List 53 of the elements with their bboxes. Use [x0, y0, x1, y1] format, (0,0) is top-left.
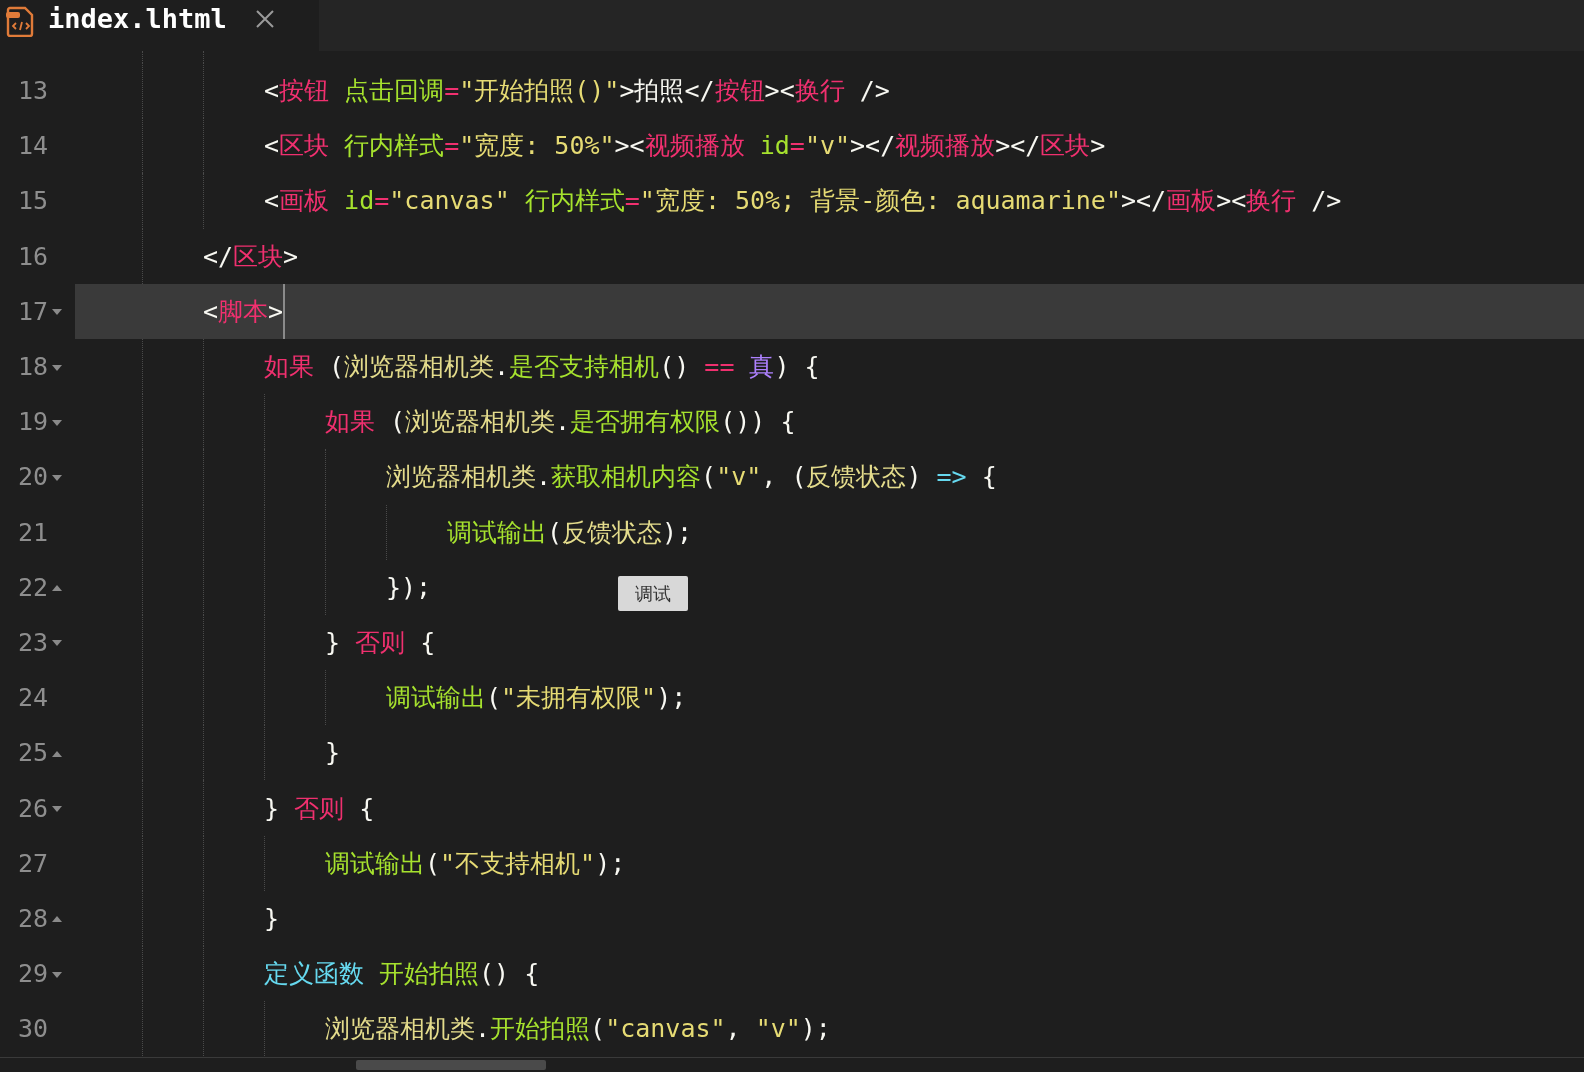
fold-arrow-icon[interactable] [52, 474, 63, 481]
code-file-icon [6, 4, 36, 37]
code-text: 浏览器相机类.获取相机内容("v", (反馈状态) => { [386, 461, 997, 494]
line-number: 28 [18, 903, 49, 933]
line-number: 20 [18, 462, 49, 492]
fold-arrow-icon[interactable] [52, 750, 63, 757]
line-number: 15 [18, 186, 49, 216]
code-text: 如果 (浏览器相机类.是否支持相机() == 真) { [264, 351, 820, 384]
fold-arrow-icon[interactable] [52, 916, 63, 923]
code-text: <画板 id="canvas" 行内样式="宽度: 50%; 背景-颜色: aquamarine"></画板><换行 /> [264, 185, 1342, 218]
code-text: <区块 行内样式="宽度: 50%"><视频播放 id="v"></视频播放></区块> [264, 130, 1106, 163]
code-text: <脚本> [203, 295, 284, 328]
code-text: } 否则 { [325, 626, 436, 659]
code-text: 如果 (浏览器相机类.是否拥有权限()) { [325, 406, 796, 439]
fold-arrow-icon[interactable] [52, 309, 63, 316]
code-text: 定义函数 开始拍照() { [264, 958, 540, 991]
line-number: 29 [18, 959, 49, 989]
line-number: 21 [18, 517, 49, 547]
line-number: 16 [18, 241, 49, 271]
fold-arrow-icon[interactable] [52, 585, 63, 592]
text-cursor [283, 283, 286, 339]
line-number: 24 [18, 683, 49, 713]
line-number: 26 [18, 793, 49, 823]
line-number: 19 [18, 407, 49, 437]
code-text: 调试输出(反馈状态); [447, 516, 693, 549]
line-number: 25 [18, 738, 49, 768]
fold-arrow-icon[interactable] [52, 806, 63, 813]
code-text: 调试输出("未拥有权限"); [386, 682, 687, 715]
scrollbar-thumb[interactable] [356, 1060, 546, 1070]
fold-arrow-icon[interactable] [52, 364, 63, 371]
code-text: 浏览器相机类.开始拍照("canvas", "v"); [325, 1013, 831, 1046]
code-text: } 否则 { [264, 792, 375, 825]
code-text: </区块> [203, 240, 299, 273]
code-text: <按钮 点击回调="开始拍照()">拍照</按钮><换行 /> [264, 75, 890, 108]
close-icon[interactable] [254, 8, 275, 29]
tooltip: 调试 [618, 576, 688, 611]
line-number: 17 [18, 296, 49, 326]
fold-arrow-icon[interactable] [52, 640, 63, 647]
code-text: } [264, 902, 280, 935]
line-number: 18 [18, 352, 49, 382]
line-number: 14 [18, 131, 49, 161]
file-tab[interactable]: index.lhtml [0, 0, 319, 51]
line-number: 30 [18, 1014, 49, 1044]
tab-title: index.lhtml [48, 3, 227, 34]
line-number: 27 [18, 848, 49, 878]
code-text: }); [386, 571, 432, 604]
line-number: 22 [18, 572, 49, 602]
line-number: 13 [18, 76, 49, 106]
line-number: 23 [18, 627, 49, 657]
fold-arrow-icon[interactable] [52, 419, 63, 426]
code-text: 调试输出("不支持相机"); [325, 847, 626, 880]
fold-arrow-icon[interactable] [52, 971, 63, 978]
code-text: } [325, 737, 341, 770]
